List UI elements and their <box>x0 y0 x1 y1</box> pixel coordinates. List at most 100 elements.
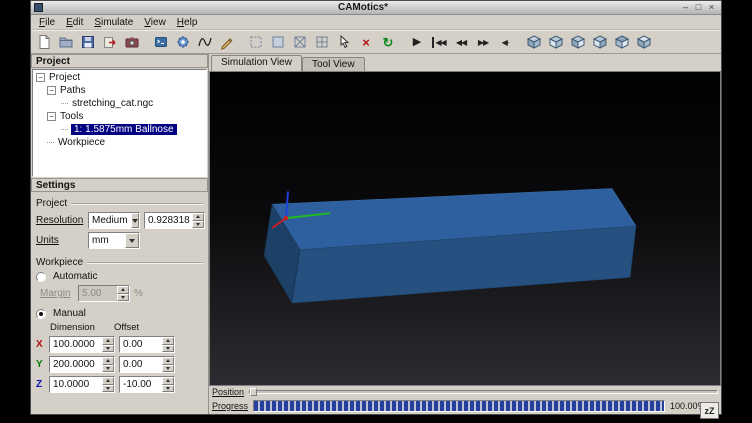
y-offset-spinbox[interactable]: 0.00 <box>119 356 175 373</box>
spin-down-icon[interactable] <box>162 365 174 373</box>
units-value: mm <box>89 233 125 248</box>
view-top-icon[interactable] <box>633 32 655 53</box>
margin-value: 5.00 <box>79 286 117 301</box>
tree-item-tools[interactable]: Tools <box>33 110 206 123</box>
spin-up-icon[interactable] <box>102 357 114 365</box>
show-bounds-icon[interactable] <box>245 32 267 53</box>
tree-item-project[interactable]: Project <box>33 71 206 84</box>
show-wireframe-icon[interactable] <box>289 32 311 53</box>
spin-up-icon[interactable] <box>162 337 174 345</box>
simulation-viewport[interactable] <box>209 71 721 386</box>
tree-item-paths[interactable]: Paths <box>33 84 206 97</box>
chevron-down-icon[interactable] <box>125 233 139 248</box>
title-bar[interactable]: CAMotics* – □ × <box>31 1 721 15</box>
view-back-icon[interactable] <box>567 32 589 53</box>
menu-help[interactable]: Help <box>172 16 204 29</box>
tab-tool-view[interactable]: Tool View <box>302 57 365 71</box>
open-project-icon[interactable] <box>55 32 77 53</box>
toolbar-separator <box>238 33 245 51</box>
collapse-icon[interactable] <box>47 112 56 121</box>
spin-down-icon[interactable] <box>102 345 114 353</box>
tab-simulation-view[interactable]: Simulation View <box>211 55 302 71</box>
axis-z-label: Z <box>36 379 45 390</box>
tree-item-label: Project <box>48 72 81 83</box>
project-tree: Project Paths stretching_cat.ngc Tools 1… <box>32 69 207 177</box>
tree-item-ngc-file[interactable]: stretching_cat.ngc <box>33 97 206 110</box>
console-icon[interactable] <box>150 32 172 53</box>
spin-up-icon[interactable] <box>192 213 204 221</box>
play-icon[interactable]: ▶ <box>406 32 428 53</box>
collapse-icon[interactable] <box>36 73 45 82</box>
automatic-radio[interactable] <box>36 272 46 282</box>
workpiece-group-header: Workpiece <box>36 257 203 268</box>
minimize-button[interactable]: – <box>679 2 692 13</box>
toolbar-separator <box>516 33 523 51</box>
group-divider <box>87 262 203 264</box>
spin-down-icon[interactable] <box>162 345 174 353</box>
project-panel-title: Project <box>31 54 208 68</box>
snapshot-icon[interactable] <box>121 32 143 53</box>
view-isometric-icon[interactable] <box>523 32 545 53</box>
spin-down-icon[interactable] <box>162 385 174 393</box>
settings-panel-title: Settings <box>31 178 208 192</box>
spin-down-icon[interactable] <box>102 385 114 393</box>
collapse-icon[interactable] <box>47 86 56 95</box>
position-slider-handle[interactable] <box>250 388 257 396</box>
dimension-offset-header: Dimension Offset <box>36 322 203 333</box>
stop-icon[interactable]: × <box>355 32 377 53</box>
settings-gear-icon[interactable] <box>172 32 194 53</box>
new-project-icon[interactable] <box>33 32 55 53</box>
tool-position-icon[interactable] <box>333 32 355 53</box>
z-dimension-spinbox[interactable]: 10.0000 <box>49 376 115 393</box>
show-grid-icon[interactable] <box>311 32 333 53</box>
reload-icon[interactable]: ↻ <box>377 32 399 53</box>
app-window: CAMotics* – □ × File Edit Simulate View … <box>30 0 722 415</box>
view-tabbar: Simulation View Tool View <box>209 54 721 71</box>
tree-item-tool-ballnose[interactable]: 1: 1.5875mm Ballnose <box>33 123 206 136</box>
window-title: CAMotics* <box>47 2 679 13</box>
z-offset-spinbox[interactable]: -10.00 <box>119 376 175 393</box>
resolution-value: Medium <box>89 213 131 228</box>
step-back-icon[interactable]: ◀- <box>494 32 516 53</box>
x-dimension-spinbox[interactable]: 100.0000 <box>49 336 115 353</box>
edit-pencil-icon[interactable] <box>216 32 238 53</box>
view-right-icon[interactable] <box>611 32 633 53</box>
rewind-icon[interactable]: ◀◀ <box>450 32 472 53</box>
x-offset-spinbox[interactable]: 0.00 <box>119 336 175 353</box>
axis-x-label: X <box>36 339 45 350</box>
tree-leaf-icon <box>61 103 68 104</box>
position-slider[interactable] <box>249 390 718 394</box>
show-surface-icon[interactable] <box>267 32 289 53</box>
sleep-zz-button[interactable]: zZ <box>700 402 719 419</box>
tree-item-label: stretching_cat.ngc <box>71 98 154 109</box>
begin-icon[interactable]: ◀◀ <box>428 32 450 53</box>
export-icon[interactable] <box>99 32 121 53</box>
window-menu-icon[interactable] <box>34 3 43 12</box>
manual-radio[interactable] <box>36 309 46 319</box>
menu-edit[interactable]: Edit <box>61 16 89 29</box>
view-left-icon[interactable] <box>589 32 611 53</box>
chevron-down-icon[interactable] <box>131 213 139 228</box>
menu-simulate[interactable]: Simulate <box>89 16 139 29</box>
fast-forward-icon[interactable]: ▶▶ <box>472 32 494 53</box>
spin-up-icon[interactable] <box>162 377 174 385</box>
toolpath-wave-icon[interactable] <box>194 32 216 53</box>
units-select[interactable]: mm <box>88 232 140 249</box>
axis-y-label: Y <box>36 359 45 370</box>
maximize-button[interactable]: □ <box>692 2 705 13</box>
spin-down-icon[interactable] <box>192 221 204 229</box>
menu-file[interactable]: File <box>34 16 61 29</box>
save-project-icon[interactable] <box>77 32 99 53</box>
tree-item-workpiece[interactable]: Workpiece <box>33 136 206 149</box>
resolution-select[interactable]: Medium <box>88 212 140 229</box>
close-button[interactable]: × <box>705 2 718 13</box>
spin-up-icon[interactable] <box>102 337 114 345</box>
y-dimension-spinbox[interactable]: 200.0000 <box>49 356 115 373</box>
menu-view[interactable]: View <box>139 16 172 29</box>
resolution-spinbox[interactable]: 0.928318 <box>144 212 205 229</box>
axis-row-z: Z 10.0000 -10.00 <box>36 376 203 393</box>
spin-up-icon[interactable] <box>102 377 114 385</box>
spin-down-icon[interactable] <box>102 365 114 373</box>
spin-up-icon[interactable] <box>162 357 174 365</box>
view-front-icon[interactable] <box>545 32 567 53</box>
